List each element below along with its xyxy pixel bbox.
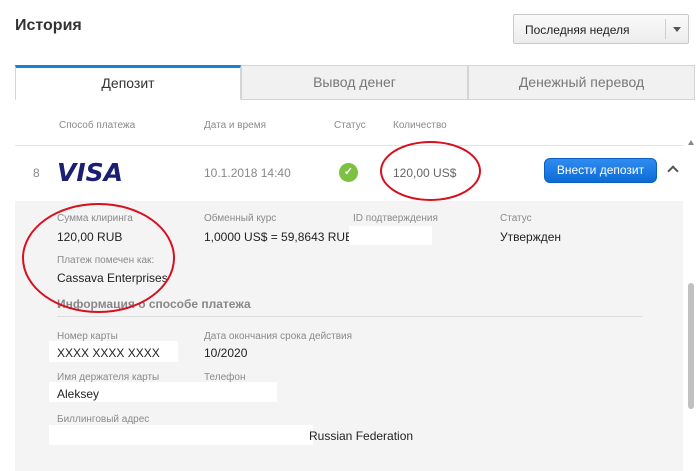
column-header-status: Статус	[334, 120, 366, 131]
make-deposit-button[interactable]: Внести депозит	[544, 158, 657, 183]
select-separator	[665, 19, 666, 39]
period-select[interactable]: Последняя неделя	[513, 14, 689, 44]
tab-withdrawal[interactable]: Вывод денег	[241, 65, 468, 100]
column-header-method: Способ платежа	[59, 120, 136, 131]
expiry-label: Дата окончания срока действия	[204, 331, 353, 342]
exchange-rate-label: Обменный курс	[204, 213, 277, 224]
card-number-value: XXXX XXXX XXXX	[57, 346, 160, 360]
column-header-datetime: Дата и время	[204, 120, 267, 131]
status-value: Утвержден	[500, 230, 562, 244]
confirmation-id-label: ID подтверждения	[353, 213, 438, 224]
row-datetime: 10.1.2018 14:40	[204, 166, 291, 180]
page-title: История	[15, 17, 82, 34]
expiry-value: 10/2020	[204, 346, 248, 360]
chevron-down-icon	[673, 27, 681, 32]
visa-logo: VISA	[57, 158, 124, 187]
scrollbar-thumb[interactable]	[688, 283, 694, 409]
exchange-rate-value: 1,0000 US$ = 59,8643 RUB	[204, 230, 354, 244]
section-divider	[57, 316, 642, 317]
tab-deposit[interactable]: Депозит	[15, 65, 241, 100]
confirmation-id-value	[349, 226, 432, 245]
row-number: 8	[33, 166, 40, 180]
annotation-circle-amount	[380, 141, 481, 201]
header-divider	[15, 145, 683, 146]
billing-address-field	[49, 425, 313, 445]
period-select-value: Последняя неделя	[525, 23, 630, 37]
status-label: Статус	[500, 213, 532, 224]
column-header-amount: Количество	[393, 120, 447, 131]
check-circle-icon: ✓	[339, 163, 358, 182]
holder-value: Aleksey	[57, 387, 100, 401]
tab-transfer[interactable]: Денежный перевод	[468, 65, 695, 100]
scroll-up-arrow-icon[interactable]	[688, 140, 694, 145]
billing-address-value: Russian Federation	[309, 429, 414, 443]
phone-label: Телефон	[204, 372, 246, 383]
chevron-up-icon[interactable]	[667, 165, 679, 177]
billing-address-label: Биллинговый адрес	[57, 414, 150, 425]
history-tabs: Депозит Вывод денег Денежный перевод	[15, 65, 695, 100]
annotation-circle-clearing	[22, 203, 175, 313]
